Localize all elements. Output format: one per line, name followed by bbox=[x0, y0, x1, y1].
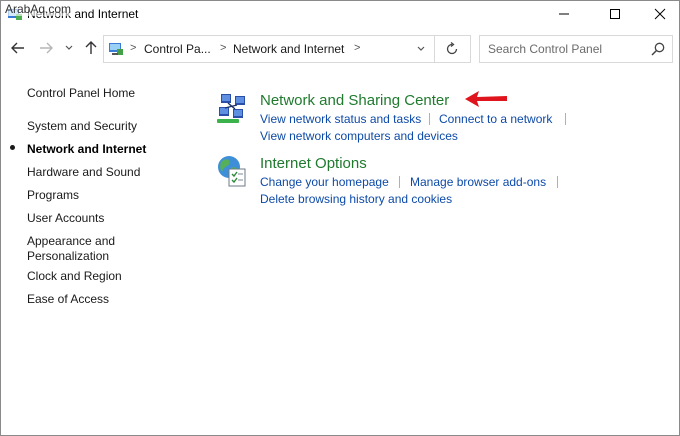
recent-locations-button[interactable] bbox=[61, 37, 77, 59]
active-item-bullet bbox=[10, 145, 15, 150]
link-separator bbox=[429, 113, 430, 125]
back-arrow-icon bbox=[11, 42, 24, 54]
sidebar-item-ease-of-access[interactable]: Ease of Access bbox=[27, 292, 109, 307]
delete-browsing-history-link[interactable]: Delete browsing history and cookies bbox=[260, 192, 452, 206]
link-separator bbox=[557, 176, 558, 188]
network-and-sharing-center-title[interactable]: Network and Sharing Center bbox=[260, 92, 449, 109]
connect-to-network-link[interactable]: Connect to a network bbox=[439, 112, 552, 126]
sidebar-item-programs[interactable]: Programs bbox=[27, 188, 79, 203]
chevron-down-icon bbox=[65, 45, 73, 50]
view-network-computers-link[interactable]: View network computers and devices bbox=[260, 129, 458, 143]
title-bar: Network and Internet ArabAq.com bbox=[1, 1, 679, 27]
address-dropdown-button[interactable] bbox=[410, 36, 432, 62]
breadcrumb-separator-icon[interactable]: > bbox=[220, 42, 226, 54]
minimize-button[interactable] bbox=[541, 1, 587, 27]
change-homepage-link[interactable]: Change your homepage bbox=[260, 175, 389, 189]
chevron-down-icon bbox=[417, 46, 425, 51]
sidebar-item-system-and-security[interactable]: System and Security bbox=[27, 119, 137, 134]
breadcrumb-control-panel[interactable]: Control Pa... bbox=[144, 42, 211, 56]
sidebar-item-hardware-and-sound[interactable]: Hardware and Sound bbox=[27, 165, 140, 180]
breadcrumb-separator-icon[interactable]: > bbox=[354, 42, 360, 54]
close-button[interactable] bbox=[637, 1, 679, 27]
sidebar-item-clock-and-region[interactable]: Clock and Region bbox=[27, 269, 122, 284]
control-panel-icon bbox=[109, 43, 123, 55]
internet-options-icon[interactable] bbox=[215, 154, 249, 188]
search-input[interactable]: Search Control Panel bbox=[479, 35, 673, 63]
breadcrumb-network-and-internet[interactable]: Network and Internet bbox=[233, 42, 344, 56]
control-panel-window: Network and Internet ArabAq.com > Contro… bbox=[0, 0, 680, 436]
sidebar-item-user-accounts[interactable]: User Accounts bbox=[27, 211, 104, 226]
internet-options-title[interactable]: Internet Options bbox=[260, 155, 367, 172]
view-network-status-link[interactable]: View network status and tasks bbox=[260, 112, 421, 126]
network-sharing-icon[interactable] bbox=[215, 91, 249, 125]
up-arrow-icon bbox=[85, 41, 97, 54]
manage-browser-add-ons-link[interactable]: Manage browser add-ons bbox=[410, 175, 546, 189]
control-panel-home-link[interactable]: Control Panel Home bbox=[27, 86, 135, 101]
minimize-icon bbox=[559, 13, 569, 15]
sidebar-item-appearance-line1[interactable]: Appearance and bbox=[27, 234, 115, 249]
link-separator bbox=[399, 176, 400, 188]
search-placeholder: Search Control Panel bbox=[488, 42, 603, 56]
sidebar-item-network-and-internet[interactable]: Network and Internet bbox=[27, 142, 146, 157]
refresh-icon bbox=[446, 42, 458, 55]
back-button[interactable] bbox=[7, 37, 29, 59]
search-icon[interactable] bbox=[650, 41, 666, 57]
annotation-arrow-icon bbox=[465, 91, 507, 107]
up-button[interactable] bbox=[81, 37, 101, 59]
close-icon bbox=[654, 8, 666, 20]
forward-arrow-icon bbox=[40, 42, 53, 54]
breadcrumb-separator-icon: > bbox=[130, 42, 137, 54]
sidebar-item-appearance-line2[interactable]: Personalization bbox=[27, 249, 109, 264]
address-bar[interactable]: > Control Pa... > Network and Internet > bbox=[103, 35, 471, 63]
maximize-icon bbox=[610, 9, 620, 19]
watermark-text: ArabAq.com bbox=[3, 2, 74, 16]
refresh-button[interactable] bbox=[434, 36, 469, 62]
maximize-button[interactable] bbox=[592, 1, 638, 27]
navigation-bar: > Control Pa... > Network and Internet >… bbox=[1, 33, 679, 63]
link-separator bbox=[565, 113, 566, 125]
forward-button[interactable] bbox=[35, 37, 57, 59]
